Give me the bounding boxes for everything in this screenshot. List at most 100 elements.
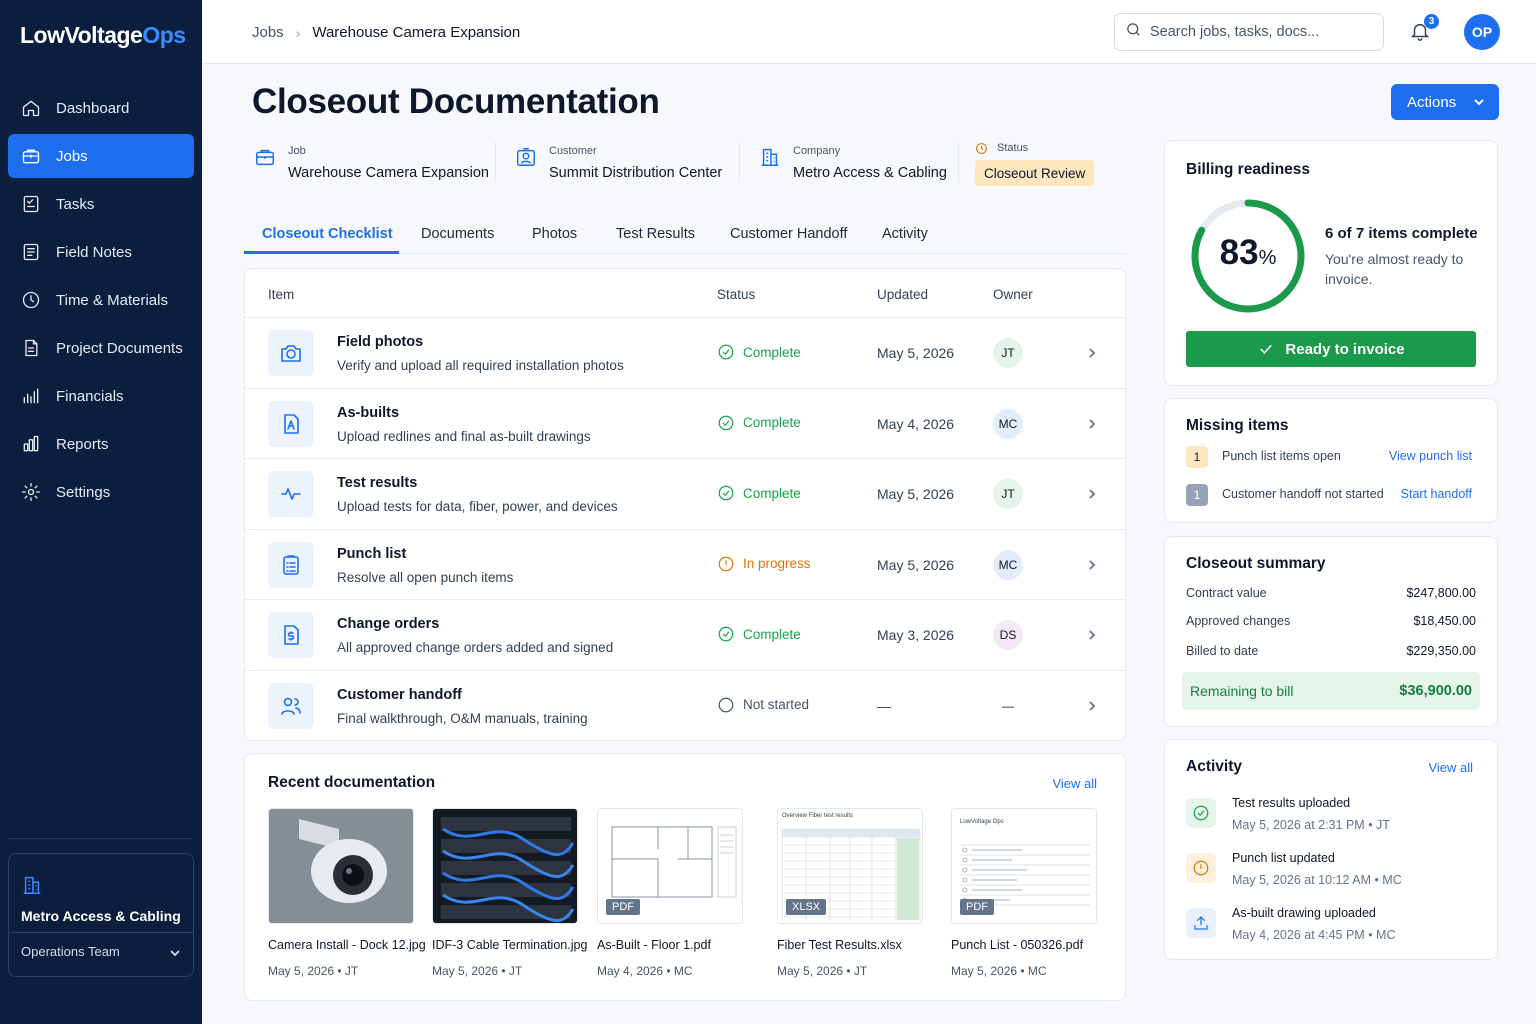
activity-item[interactable]: Punch list updated May 5, 2026 at 10:12 … <box>1186 851 1476 901</box>
document-card[interactable]: IDF-3 Cable Termination.jpg May 5, 2026 … <box>432 808 587 978</box>
checklist-row[interactable]: Test results Upload tests for data, fiber… <box>245 458 1125 528</box>
search-box <box>1114 13 1384 51</box>
activity-meta: May 5, 2026 at 2:31 PM • JT <box>1232 818 1390 832</box>
chevron-right-icon[interactable] <box>1085 699 1099 713</box>
owner-avatar: — <box>1002 698 1014 713</box>
home-icon <box>20 97 42 119</box>
search-input[interactable] <box>1150 24 1370 40</box>
checklist-item-updated: May 4, 2026 <box>877 415 955 432</box>
owner-avatar: MC <box>993 549 1023 580</box>
status-text: Complete <box>743 415 801 430</box>
floorplan-thumbnail: PDF <box>597 808 743 924</box>
meta-customer-label: Customer <box>549 145 597 157</box>
activity-view-all-link[interactable]: View all <box>1428 760 1473 775</box>
checklist-row[interactable]: Customer handoff Final walkthrough, O&M m… <box>245 669 1125 740</box>
chevron-right-icon[interactable] <box>1085 487 1099 501</box>
checklist-item-description: Upload tests for data, fiber, power, and… <box>337 499 618 514</box>
clipboard-icon <box>268 541 314 588</box>
notification-count-badge: 3 <box>1424 14 1439 29</box>
meta-company-value: Metro Access & Cabling <box>793 165 947 181</box>
sidebar-item-jobs[interactable]: Jobs <box>8 134 194 178</box>
activity-title-text: Punch list updated <box>1232 851 1335 865</box>
remaining-label: Remaining to bill <box>1190 683 1294 699</box>
status-badge: Closeout Review <box>975 160 1095 186</box>
checklist-item-updated: — <box>877 697 891 714</box>
check-icon <box>1260 344 1273 354</box>
billing-readiness-card: Billing readiness 83% 6 of 7 items compl… <box>1164 140 1498 386</box>
spreadsheet-thumbnail: Overview Fiber test results XLSX <box>777 808 923 924</box>
checklist-row[interactable]: Field photos Verify and upload all requir… <box>245 317 1125 387</box>
start-handoff-link[interactable]: Start handoff <box>1401 487 1472 501</box>
clock-icon <box>20 289 42 311</box>
breadcrumb-root[interactable]: Jobs <box>252 24 284 41</box>
check-circle-icon <box>718 485 734 501</box>
chevron-right-icon[interactable] <box>1085 417 1099 431</box>
actions-dropdown-button[interactable]: Actions <box>1391 84 1499 120</box>
user-avatar[interactable]: OP <box>1464 14 1500 50</box>
document-card[interactable]: Overview Fiber test results XLSX Fiber T… <box>777 808 929 978</box>
sidebar-item-tasks[interactable]: Tasks <box>8 182 194 226</box>
closeout-checklist-table: Item Status Updated Owner Field photos Ve… <box>244 268 1126 741</box>
document-card[interactable]: PDF As-Built - Floor 1.pdf May 4, 2026 •… <box>597 808 749 978</box>
chevron-right-icon[interactable] <box>1085 346 1099 360</box>
owner-avatar: JT <box>993 479 1023 509</box>
recent-documentation: Recent documentation View all Camera Ins… <box>244 753 1126 1001</box>
missing-items-title: Missing items <box>1186 417 1289 434</box>
chevron-down-icon[interactable] <box>169 946 181 958</box>
checklist-row[interactable]: Change orders All approved change orders … <box>245 599 1125 669</box>
ready-to-invoice-button[interactable]: Ready to invoice <box>1186 331 1476 367</box>
document-card[interactable]: Camera Install - Dock 12.jpg May 5, 2026… <box>268 808 426 978</box>
activity-item[interactable]: As-built drawing uploaded May 4, 2026 at… <box>1186 906 1476 956</box>
activity-meta: May 4, 2026 at 4:45 PM • MC <box>1232 928 1396 942</box>
sidebar-item-financials[interactable]: Financials <box>8 374 194 418</box>
bar-chart-icon <box>20 433 42 455</box>
owner-avatar: JT <box>993 338 1023 368</box>
sidebar-item-label: Project Documents <box>56 339 183 357</box>
view-punch-list-link[interactable]: View punch list <box>1389 449 1472 463</box>
sidebar-item-settings[interactable]: Settings <box>8 470 194 514</box>
checklist-item-title: Test results <box>337 475 418 491</box>
checklist-item-description: Final walkthrough, O&M manuals, training <box>337 710 588 726</box>
document-name: Fiber Test Results.xlsx <box>777 938 902 952</box>
document-card[interactable]: LowVoltage Ops PDF Punch List - 050326.p… <box>951 808 1103 978</box>
chevron-right-icon[interactable] <box>1085 558 1099 572</box>
tab-closeout-checklist[interactable]: Closeout Checklist <box>262 226 393 242</box>
activity-title-text: As-built drawing uploaded <box>1232 906 1376 920</box>
briefcase-icon <box>20 145 42 167</box>
sidebar-item-reports[interactable]: Reports <box>8 422 194 466</box>
tab-photos[interactable]: Photos <box>532 226 577 242</box>
drawing-icon <box>268 400 314 447</box>
meta-divider <box>958 142 959 182</box>
meta-job-label: Job <box>288 145 306 157</box>
sidebar-item-time-materials[interactable]: Time & Materials <box>8 278 194 322</box>
top-bar: Jobs › Warehouse Camera Expansion 3 OP <box>202 0 1536 64</box>
tab-test-results[interactable]: Test Results <box>616 226 695 242</box>
column-header-owner: Owner <box>993 287 1033 302</box>
checklist-row[interactable]: As-builts Upload redlines and final as-bu… <box>245 387 1125 458</box>
camera-icon <box>268 330 314 376</box>
checklist-item-status: Complete <box>717 625 801 643</box>
pdf-file-tag: PDF <box>606 899 640 915</box>
chevron-right-icon[interactable] <box>1085 628 1099 642</box>
document-meta: May 5, 2026 • MC <box>951 964 1047 978</box>
sidebar-item-dashboard[interactable]: Dashboard <box>8 86 194 130</box>
users-icon <box>268 682 314 729</box>
checklist-item-description: Upload redlines and final as-built drawi… <box>337 428 591 444</box>
tab-customer-handoff[interactable]: Customer Handoff <box>730 226 847 242</box>
organization-switcher[interactable]: Metro Access & Cabling Operations Team <box>8 853 194 977</box>
sidebar-item-field-notes[interactable]: Field Notes <box>8 230 194 274</box>
organization-name: Metro Access & Cabling <box>21 908 181 924</box>
sidebar-item-project-documents[interactable]: Project Documents <box>8 326 194 370</box>
sidebar-item-label: Reports <box>56 435 109 453</box>
app-logo[interactable]: LowVoltageOps <box>20 22 186 49</box>
recent-view-all-link[interactable]: View all <box>1052 776 1097 791</box>
tab-documents[interactable]: Documents <box>421 226 494 242</box>
checklist-item-title: As-builts <box>337 404 400 421</box>
active-tab-indicator <box>244 251 399 254</box>
checklist-row[interactable]: Punch list Resolve all open punch items In… <box>245 528 1125 599</box>
tab-activity[interactable]: Activity <box>882 226 928 242</box>
breadcrumb-current: Warehouse Camera Expansion <box>312 24 521 41</box>
activity-item[interactable]: Test results uploaded May 5, 2026 at 2:3… <box>1186 796 1476 846</box>
building-icon <box>759 146 781 168</box>
logo-main: LowVoltage <box>20 22 143 48</box>
